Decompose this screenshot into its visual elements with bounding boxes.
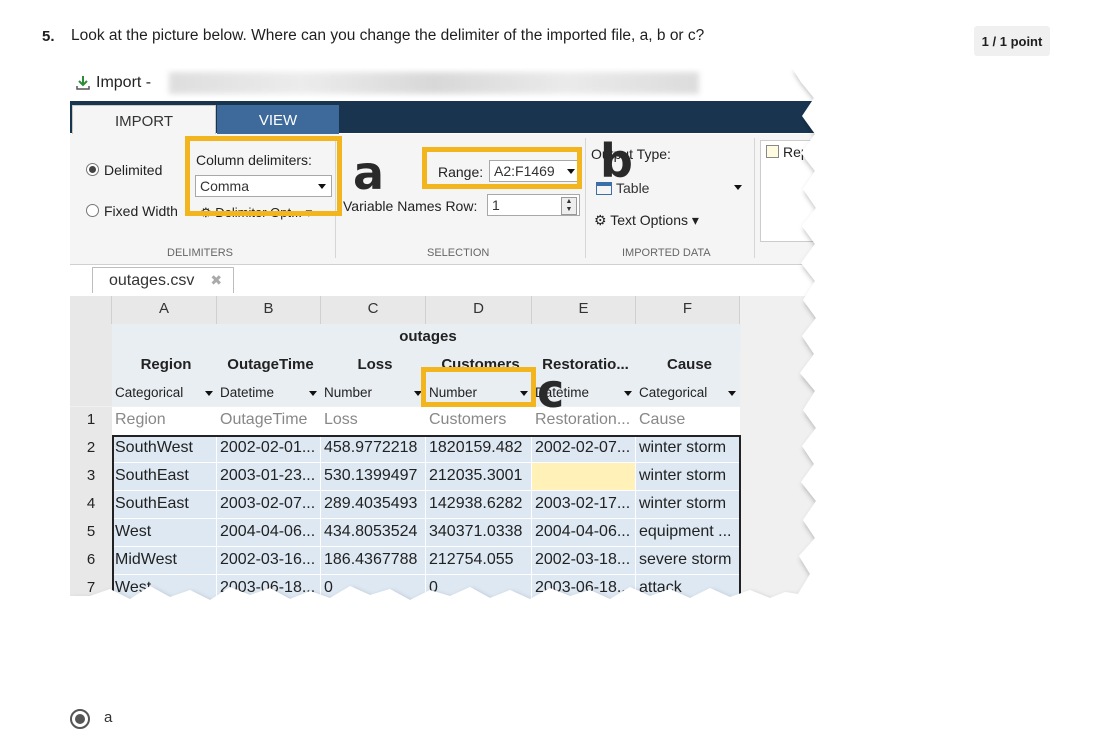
- answer-label: a: [104, 709, 113, 726]
- question-number: 5.: [42, 28, 55, 45]
- score-badge: 1 / 1 point: [974, 26, 1050, 56]
- question-text: Look at the picture below. Where can you…: [71, 27, 705, 44]
- question-image: Import - IMPORT VIEW Delimited Fixed Wid…: [70, 68, 820, 605]
- answer-radio-selected[interactable]: [70, 709, 90, 729]
- torn-edge-decoration: [70, 68, 820, 605]
